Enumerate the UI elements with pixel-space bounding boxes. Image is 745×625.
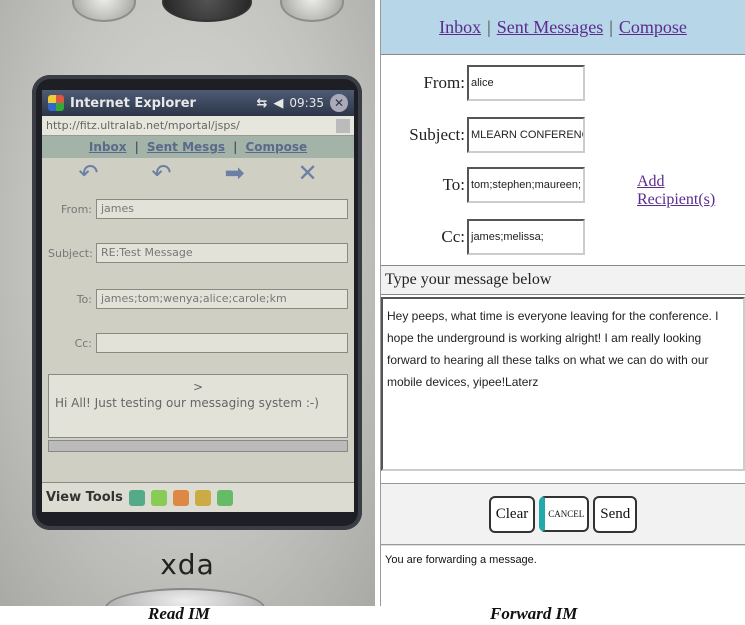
nav-separator: | [609,16,613,37]
signal-icon: ⇆ [256,95,268,111]
nav-sent-messages[interactable]: Sent Messages [497,17,604,38]
reply-all-icon[interactable]: ↶ [151,159,171,187]
form-actions: Clear CANCEL Send [381,483,745,545]
subject-label: Subject: [409,125,465,144]
header-fields: From: alice Subject: MLEARN CONFERENCE T… [381,55,745,265]
nav-separator: | [487,16,491,37]
message-textarea[interactable]: Hey peeps, what time is everyone leaving… [381,297,745,471]
address-bar[interactable]: http://fitz.ultralab.net/mportal/jsps/ [42,116,354,136]
address-url[interactable]: http://fitz.ultralab.net/mportal/jsps/ [46,119,332,132]
device-menu-bar: View Tools [42,482,354,512]
hardware-button-center [162,0,252,22]
clock: 09:35 [289,96,324,110]
subject-input[interactable]: MLEARN CONFERENCE [467,117,585,153]
forward-im-panel: Inbox | Sent Messages | Compose From: al… [380,0,745,606]
message-text: Hi All! Just testing our messaging syste… [55,396,319,410]
cc-field[interactable] [96,333,348,353]
from-field[interactable]: james [96,199,348,219]
to-label: To: [442,175,465,194]
to-input[interactable]: tom;stephen;maureen; [467,167,585,203]
home-icon[interactable] [172,489,189,506]
device-message-body[interactable]: > Hi All! Just testing our messaging sys… [48,374,348,438]
message-heading: Type your message below [381,265,745,295]
clear-button[interactable]: Clear [488,495,536,533]
to-label: To: [76,292,92,306]
go-icon[interactable] [336,118,350,133]
nav-separator: | [233,140,238,154]
close-icon[interactable]: ✕ [330,94,348,112]
device-nav-compose[interactable]: Compose [245,140,307,154]
hardware-button-right [280,0,344,22]
device-brand: xda [160,548,215,581]
windows-flag-icon[interactable] [48,95,64,111]
device-photo: Internet Explorer ⇆ ◀ 09:35 ✕ http://fit… [0,0,375,606]
add-recipients-link[interactable]: Add Recipient(s) [637,173,745,209]
hardware-button-left [72,0,136,22]
device-nav: Inbox | Sent Mesgs | Compose [42,136,354,158]
reply-icon[interactable]: ↶ [78,159,98,187]
device-nav-sent[interactable]: Sent Mesgs [147,140,225,154]
send-button[interactable]: Send [593,495,638,533]
caption-forward-im: Forward IM [490,604,578,623]
volume-icon: ◀ [273,95,284,111]
horizontal-scrollbar[interactable] [48,440,348,452]
forward-icon[interactable]: ➡ [224,159,244,187]
nav-compose[interactable]: Compose [619,17,687,38]
form-nav: Inbox | Sent Messages | Compose [381,0,745,55]
device-screen: Internet Explorer ⇆ ◀ 09:35 ✕ http://fit… [42,90,354,512]
to-field[interactable]: james;tom;wenya;alice;carole;km [96,289,348,309]
history-icon[interactable] [216,489,233,506]
quote-caret: > [192,380,204,394]
browser-title-bar: Internet Explorer ⇆ ◀ 09:35 ✕ [42,90,354,116]
subject-label: Subject: [48,246,93,260]
nav-inbox[interactable]: Inbox [439,17,481,38]
from-label: From: [423,73,465,92]
from-input[interactable]: alice [467,65,585,101]
browser-title: Internet Explorer [70,95,196,111]
status-message: You are forwarding a message. [381,545,745,573]
cc-input[interactable]: james;melissa; [467,219,585,255]
delete-icon[interactable]: ✕ [297,159,317,187]
nav-separator: | [134,140,139,154]
cc-label: Cc: [74,336,92,350]
view-tools-menu[interactable]: View Tools [46,490,123,505]
device-nav-inbox[interactable]: Inbox [89,140,127,154]
subject-field[interactable]: RE:Test Message [96,243,348,263]
refresh-icon[interactable] [150,489,167,506]
message-toolbar: ↶ ↶ ➡ ✕ [42,158,354,188]
cc-label: Cc: [441,227,465,246]
favorites-icon[interactable] [194,489,211,506]
cancel-button[interactable]: CANCEL [539,496,590,532]
device-message-form: From: james Subject: RE:Test Message To:… [42,188,354,364]
caption-read-im: Read IM [148,604,210,623]
from-label: From: [61,202,92,216]
back-icon[interactable] [128,489,145,506]
